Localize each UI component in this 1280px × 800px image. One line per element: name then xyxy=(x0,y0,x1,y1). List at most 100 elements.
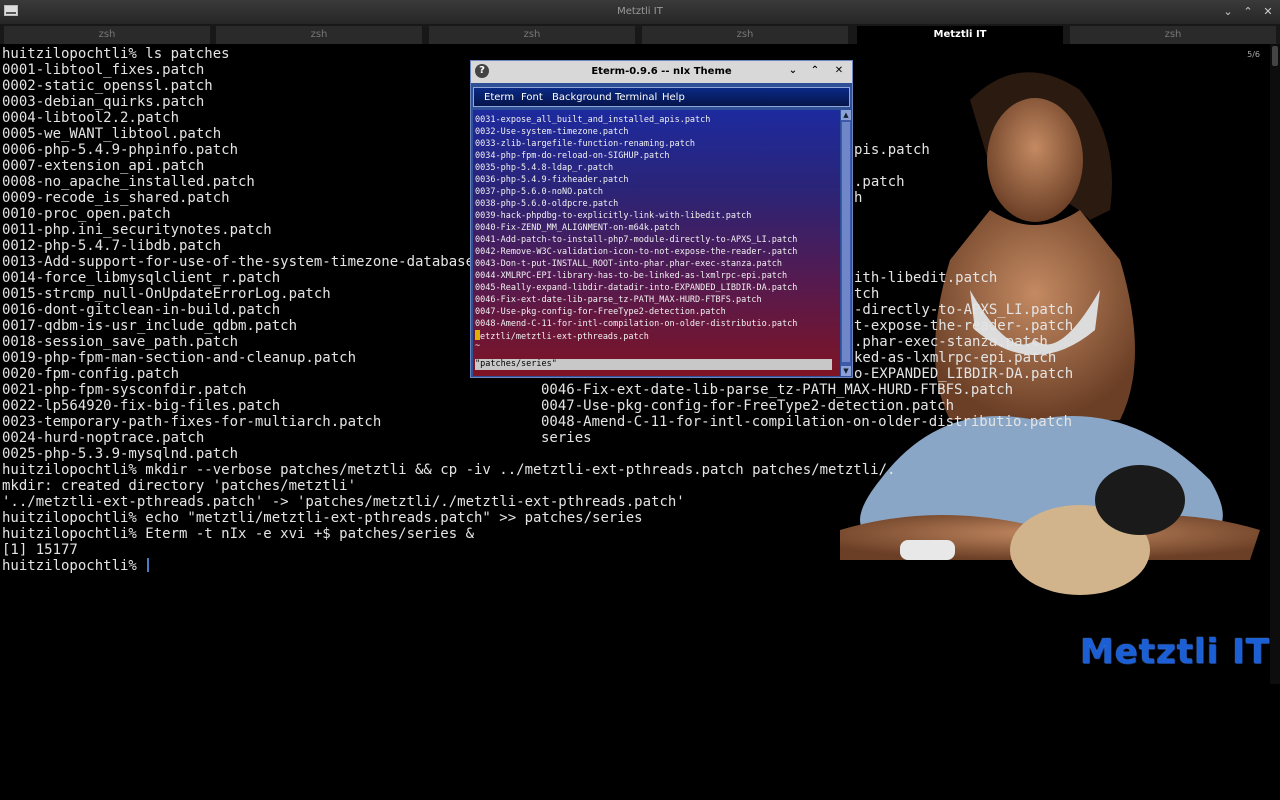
menu-background[interactable]: Background xyxy=(552,92,612,103)
terminal-line: 0007-extension_api.patch xyxy=(2,158,205,174)
window-title: Metztli IT xyxy=(617,6,663,17)
terminal-line: 0001-libtool_fixes.patch xyxy=(2,62,205,78)
eterm-close-icon[interactable]: ✕ xyxy=(832,64,846,78)
terminal-line: 0046-Fix-ext-date-lib-parse_tz-PATH_MAX-… xyxy=(541,382,1014,398)
terminal-line: 0010-proc_open.patch xyxy=(2,206,171,222)
terminal-line: [1] 15177 xyxy=(2,542,78,558)
terminal-line: 0024-hurd-noptrace.patch xyxy=(2,430,205,446)
terminal-line: 0017-qdbm-is-usr_include_qdbm.patch xyxy=(2,318,298,334)
terminal-line: 0047-Use-pkg-config-for-FreeType2-detect… xyxy=(541,398,955,414)
eterm-line: 0035-php-5.4.8-ldap_r.patch xyxy=(475,163,614,173)
eterm-line: 0044-XMLRPC-EPI-library-has-to-be-linked… xyxy=(475,271,788,281)
maximize-chevron-icon[interactable]: ⌃ xyxy=(1240,4,1256,20)
eterm-terminal-area[interactable]: 0031-expose_all_built_and_installed_apis… xyxy=(473,110,840,376)
eterm-scroll-thumb[interactable] xyxy=(842,122,850,362)
terminal-line: huitzilopochtli% Eterm -t nIx -e xvi +$ … xyxy=(2,526,475,542)
terminal-line: 0005-we_WANT_libtool.patch xyxy=(2,126,222,142)
tab-zsh-4[interactable]: zsh xyxy=(642,26,848,44)
eterm-titlebar[interactable]: ? Eterm-0.9.6 -- nIx Theme ⌄ ⌃ ✕ xyxy=(471,61,852,83)
eterm-cursor-line: etztli/metztli-ext-pthreads.patch xyxy=(475,330,649,343)
eterm-line: 0041-Add-patch-to-install-php7-module-di… xyxy=(475,235,798,245)
window-titlebar: Metztli IT ⌄ ⌃ ✕ xyxy=(0,0,1280,24)
eterm-line: 0034-php-fpm-do-reload-on-SIGHUP.patch xyxy=(475,151,670,161)
terminal-fragment: t-expose-the-reader-.patch xyxy=(854,318,1074,334)
terminal-line: 0014-force_libmysqlclient_r.patch xyxy=(2,270,281,286)
terminal-fragment: -directly-to-APXS_LI.patch xyxy=(854,302,1074,318)
page-counter: 5/6 xyxy=(1247,50,1260,59)
terminal-line: 0003-debian_quirks.patch xyxy=(2,94,205,110)
scroll-up-arrow-icon[interactable]: ▲ xyxy=(841,110,851,120)
terminal-line: 0012-php-5.4.7-libdb.patch xyxy=(2,238,222,254)
terminal-line: 0009-recode_is_shared.patch xyxy=(2,190,230,206)
eterm-cursor-line-text: etztli/metztli-ext-pthreads.patch xyxy=(480,332,649,342)
eterm-line: 0032-Use-system-timezone.patch xyxy=(475,127,629,137)
eterm-line: 0036-php-5.4.9-fixheader.patch xyxy=(475,175,629,185)
minimize-chevron-icon[interactable]: ⌄ xyxy=(1220,4,1236,20)
prompt-line[interactable]: huitzilopochtli% xyxy=(2,558,150,574)
eterm-minimize-icon[interactable]: ⌄ xyxy=(786,64,800,78)
terminal-line: mkdir: created directory 'patches/metztl… xyxy=(2,478,357,494)
terminal-fragment: .phar-exec-stanza.patch xyxy=(854,334,1048,350)
terminal-line: 0016-dont-gitclean-in-build.patch xyxy=(2,302,281,318)
terminal-line: huitzilopochtli% ls patches xyxy=(2,46,230,62)
scroll-down-arrow-icon[interactable]: ▼ xyxy=(841,366,851,376)
eterm-line: 0031-expose_all_built_and_installed_apis… xyxy=(475,115,711,125)
menu-font[interactable]: Font xyxy=(521,92,543,103)
terminal-fragment: tch xyxy=(854,286,880,302)
tab-zsh-1[interactable]: zsh xyxy=(4,26,210,44)
terminal-line: 0018-session_save_path.patch xyxy=(2,334,239,350)
eterm-window[interactable]: ? Eterm-0.9.6 -- nIx Theme ⌄ ⌃ ✕ Eterm F… xyxy=(470,60,853,378)
eterm-line: 0043-Don-t-put-INSTALL_ROOT-into-phar.ph… xyxy=(475,259,783,269)
terminal-line: 0048-Amend-C-11-for-intl-compilation-on-… xyxy=(541,414,1073,430)
terminal-line: huitzilopochtli% echo "metztli/metztli-e… xyxy=(2,510,643,526)
menu-terminal[interactable]: Terminal xyxy=(615,92,657,103)
eterm-line: 0042-Remove-W3C-validation-icon-to-not-e… xyxy=(475,247,798,257)
eterm-line: 0045-Really-expand-libdir-datadir-into-E… xyxy=(475,283,798,293)
terminal-line: '../metztli-ext-pthreads.patch' -> 'patc… xyxy=(2,494,685,510)
terminal-fragment: pis.patch xyxy=(854,142,930,158)
terminal-line: 0023-temporary-path-fixes-for-multiarch.… xyxy=(2,414,382,430)
terminal-fragment: o-EXPANDED_LIBDIR-DA.patch xyxy=(854,366,1074,382)
terminal-line: huitzilopochtli% mkdir --verbose patches… xyxy=(2,462,896,478)
terminal-fragment: h xyxy=(854,190,863,206)
eterm-scrollbar[interactable]: ▲ ▼ xyxy=(841,110,851,376)
terminal-fragment: ith-libedit.patch xyxy=(854,270,998,286)
terminal-line: 0008-no_apache_installed.patch xyxy=(2,174,255,190)
vi-tilde: ~ xyxy=(475,341,481,351)
eterm-maximize-icon[interactable]: ⌃ xyxy=(808,64,822,78)
terminal-fragment: ked-as-lxmlrpc-epi.patch xyxy=(854,350,1057,366)
terminal-line: 0006-php-5.4.9-phpinfo.patch xyxy=(2,142,239,158)
menu-eterm[interactable]: Eterm xyxy=(484,92,514,103)
metztli-logo: Metztli IT xyxy=(1079,632,1270,672)
vi-status-line: "patches/series" xyxy=(475,359,832,370)
terminal-line: 0019-php-fpm-man-section-and-cleanup.pat… xyxy=(2,350,357,366)
tab-zsh-2[interactable]: zsh xyxy=(216,26,422,44)
eterm-line: 0037-php-5.6.0-noNO.patch xyxy=(475,187,603,197)
terminal-line: 0015-strcmp_null-OnUpdateErrorLog.patch xyxy=(2,286,331,302)
eterm-line: 0046-Fix-ext-date-lib-parse_tz-PATH_MAX-… xyxy=(475,295,762,305)
terminal-cursor xyxy=(147,558,150,572)
prompt-text: huitzilopochtli% xyxy=(2,558,146,574)
terminal-line: 0025-php-5.3.9-mysqlnd.patch xyxy=(2,446,239,462)
tab-metztli-it[interactable]: Metztli IT xyxy=(857,26,1063,44)
eterm-line: 0039-hack-phpdbg-to-explicitly-link-with… xyxy=(475,211,752,221)
terminal-line: 0002-static_openssl.patch xyxy=(2,78,213,94)
terminal-line: 0004-libtool2.2.patch xyxy=(2,110,180,126)
terminal-line: series xyxy=(541,430,592,446)
eterm-line: 0048-Amend-C-11-for-intl-compilation-on-… xyxy=(475,319,798,329)
terminal-line: 0013-Add-support-for-use-of-the-system-t… xyxy=(2,254,475,270)
eterm-line: 0038-php-5.6.0-oldpcre.patch xyxy=(475,199,619,209)
terminal-line: 0011-php.ini_securitynotes.patch xyxy=(2,222,272,238)
terminal-output[interactable]: huitzilopochtli% ls patches 0001-libtool… xyxy=(0,0,1073,800)
menu-help[interactable]: Help xyxy=(662,92,685,103)
terminal-fragment: .patch xyxy=(854,174,905,190)
close-icon[interactable]: ✕ xyxy=(1260,4,1276,20)
terminal-line: 0022-lp564920-fix-big-files.patch xyxy=(2,398,281,414)
eterm-menubar: Eterm Font Background Terminal Help xyxy=(473,87,850,107)
tab-zsh-3[interactable]: zsh xyxy=(429,26,635,44)
terminal-line: 0020-fpm-config.patch xyxy=(2,366,180,382)
tab-bar: zsh zsh zsh zsh Metztli IT zsh xyxy=(0,24,1280,44)
eterm-line: 0047-Use-pkg-config-for-FreeType2-detect… xyxy=(475,307,726,317)
terminal-line: 0021-php-fpm-sysconfdir.patch xyxy=(2,382,247,398)
tab-zsh-6[interactable]: zsh xyxy=(1070,26,1276,44)
